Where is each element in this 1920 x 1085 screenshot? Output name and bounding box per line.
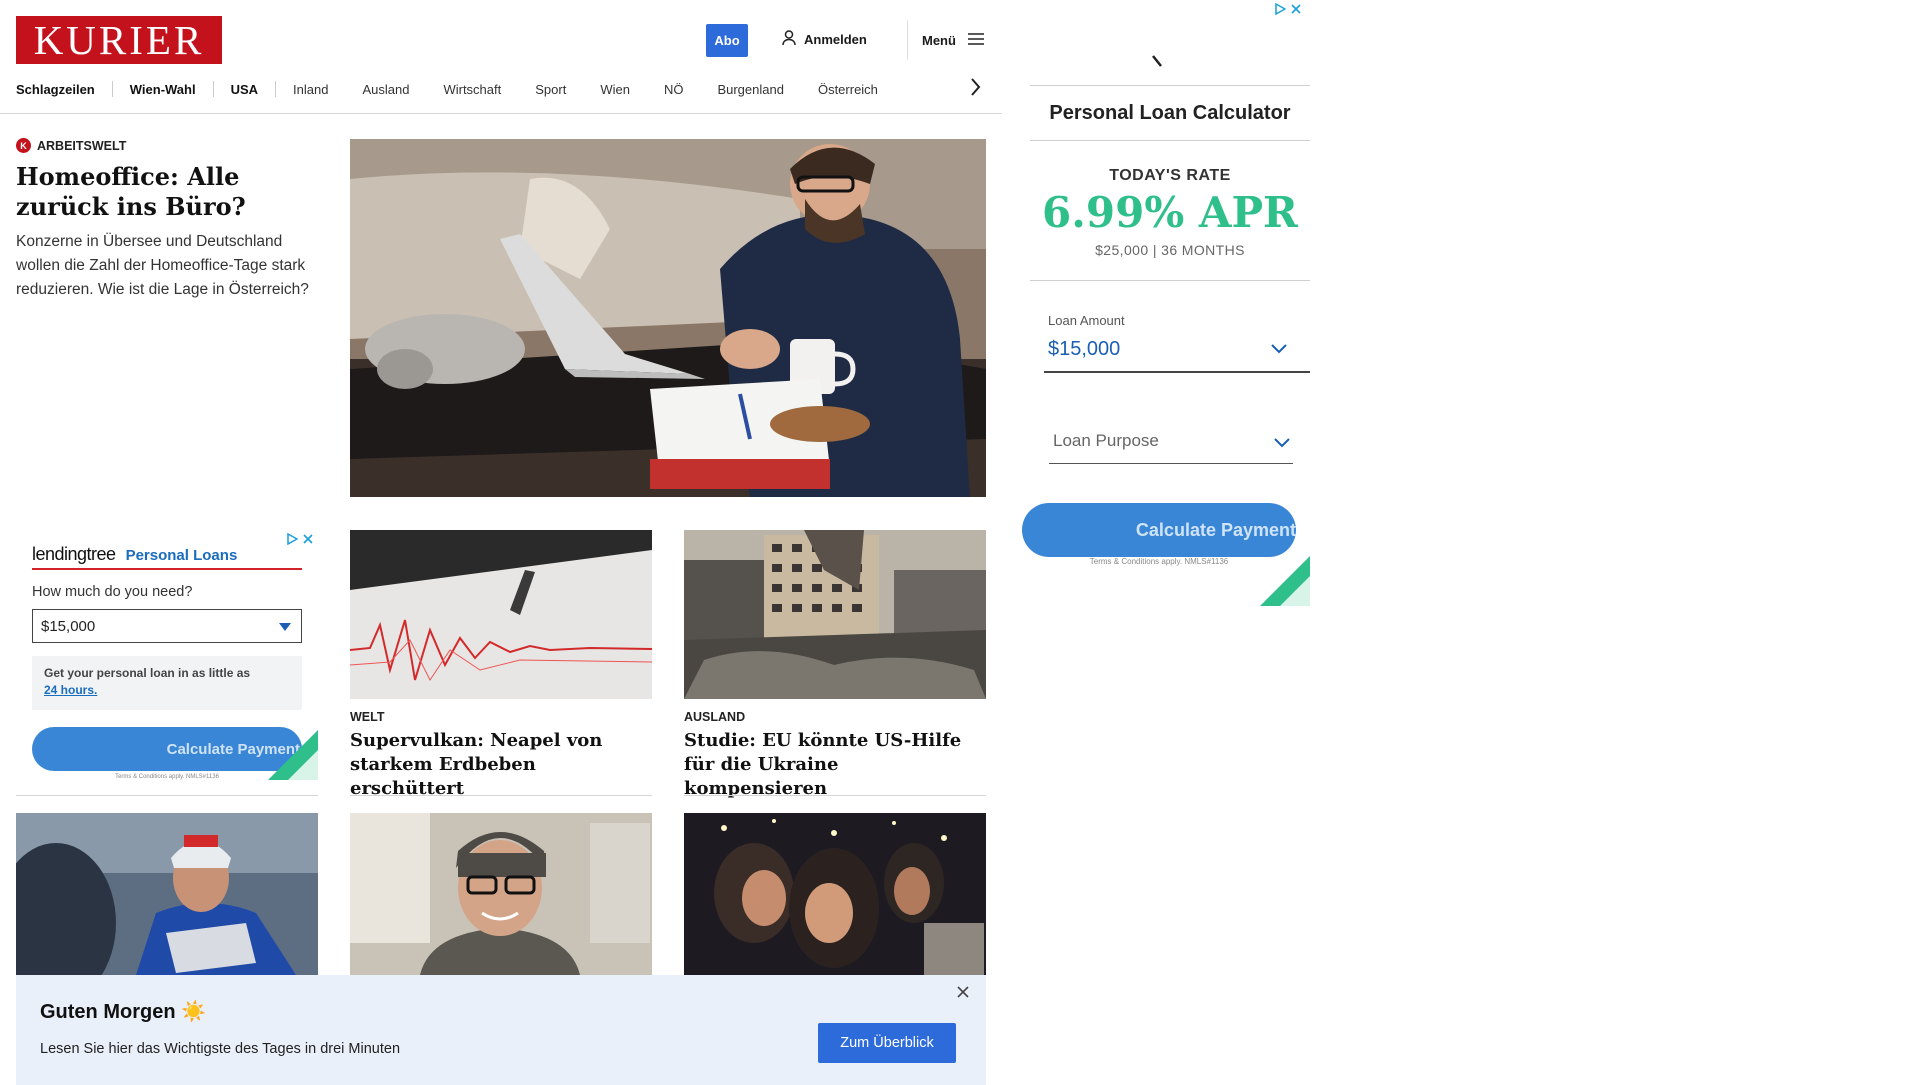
lead-title[interactable]: Homeoffice: Alle zurück ins Büro? (16, 162, 321, 222)
ad-corner-decoration (268, 730, 318, 780)
caret-down-icon (279, 618, 291, 635)
lendingtree-brand: lendingtree Personal Loans (32, 544, 237, 565)
header-divider (0, 113, 1002, 114)
login-button[interactable]: Anmelden (782, 30, 867, 49)
menu-button[interactable]: Menü (907, 20, 984, 60)
nav-item-sport[interactable]: Sport (518, 82, 583, 97)
nav-item-ausland[interactable]: Ausland (345, 82, 426, 97)
chevron-down-icon[interactable] (1273, 436, 1291, 454)
close-icon[interactable] (302, 532, 314, 550)
menu-label: Menü (922, 32, 956, 48)
card-divider (350, 795, 652, 796)
close-icon[interactable] (1290, 2, 1302, 20)
banner-title: Guten Morgen ☀️ (40, 1001, 207, 1023)
ad-divider (1030, 85, 1310, 86)
close-icon[interactable] (956, 985, 970, 1004)
ad-choices[interactable] (286, 532, 314, 550)
lendingtree-product: Personal Loans (125, 547, 238, 564)
nav-item-schlagzeilen[interactable]: Schlagzeilen (16, 82, 112, 97)
card-kicker: AUSLAND (684, 710, 746, 724)
amount-select[interactable]: $15,000 (32, 609, 302, 643)
morning-briefing-banner: Guten Morgen ☀️ Lesen Sie hier das Wicht… (16, 975, 986, 1085)
loan-amount-select[interactable]: $15,000 (1048, 338, 1120, 361)
ad-info-link[interactable]: 24 hours. (44, 683, 97, 697)
overview-button[interactable]: Zum Überblick (818, 1023, 956, 1063)
apr-rate: 6.99% APR (1042, 188, 1298, 237)
login-label: Anmelden (804, 32, 867, 47)
chevron-right-icon[interactable] (970, 76, 982, 103)
card-title[interactable]: Studie: EU könnte US-Hilfe für die Ukrai… (684, 729, 986, 801)
nav-item-oesterreich[interactable]: Österreich (801, 82, 895, 97)
user-icon (782, 30, 796, 49)
lead-teaser: Konzerne in Übersee und Deutschland woll… (16, 233, 309, 298)
article-card-welt[interactable]: WELT Supervulkan: Neapel von starkem Erd… (350, 530, 652, 801)
calculator-title: Personal Loan Calculator (1049, 102, 1291, 124)
ad-terms: Terms & Conditions apply. NMLS#1136 (1089, 557, 1229, 566)
banner-text: Lesen Sie hier das Wichtigste des Tages … (40, 1041, 401, 1057)
calculate-payment-button[interactable]: Calculate Payment (1022, 503, 1296, 557)
card-kicker: WELT (350, 710, 385, 724)
loan-amount-label: Loan Amount (1048, 313, 1125, 328)
loan-purpose-select[interactable]: Loan Purpose (1053, 431, 1159, 451)
main-navigation: Schlagzeilen Wien-Wahl USA Inland Auslan… (16, 76, 994, 102)
kurier-logo[interactable]: KURIER (16, 16, 222, 64)
ad-info-icon[interactable] (286, 532, 299, 550)
nav-item-wien-wahl[interactable]: Wien-Wahl (113, 82, 213, 97)
loan-calculator-ad[interactable]: Personal Loan Calculator TODAY'S RATE 6.… (1016, 0, 1310, 606)
amount-select-value: $15,000 (41, 617, 96, 635)
abo-button[interactable]: Abo (706, 24, 748, 57)
amount-question: How much do you need? (32, 584, 193, 600)
ad-divider (1030, 280, 1310, 281)
loading-spinner-icon (1150, 54, 1164, 73)
nav-item-usa[interactable]: USA (214, 82, 275, 97)
calculate-payment-button[interactable]: Calculate Payment (32, 727, 302, 771)
nav-item-wirtschaft[interactable]: Wirtschaft (426, 82, 518, 97)
party-crowd-image[interactable] (684, 813, 986, 975)
lead-kicker-label: ARBEITSWELT (37, 138, 127, 153)
ad-corner-decoration (1260, 556, 1310, 606)
ad-info-text: Get your personal loan in as little as (44, 666, 251, 680)
chevron-down-icon[interactable] (1270, 342, 1288, 360)
card-title[interactable]: Supervulkan: Neapel von starkem Erdbeben… (350, 729, 652, 801)
rate-terms: $25,000 | 36 MONTHS (1095, 242, 1245, 258)
hamburger-icon (967, 32, 984, 49)
card-divider (16, 795, 318, 796)
ad-info-icon[interactable] (1274, 2, 1287, 20)
man-with-beanie-image[interactable] (350, 813, 652, 975)
ad-divider (1030, 140, 1310, 141)
lendingtree-logo: lendingtree (32, 544, 116, 564)
nav-item-noe[interactable]: NÖ (647, 82, 701, 97)
lead-image[interactable] (350, 139, 986, 497)
lead-article[interactable]: K ARBEITSWELT Homeoffice: Alle zurück in… (16, 138, 321, 302)
destroyed-building-image[interactable] (684, 530, 986, 699)
nav-item-burgenland[interactable]: Burgenland (700, 82, 801, 97)
ad-info-box: Get your personal loan in as little as 2… (32, 656, 302, 710)
ski-coach-image[interactable] (16, 813, 318, 975)
seismograph-image[interactable] (350, 530, 652, 699)
ad-divider (32, 568, 302, 570)
nav-item-inland[interactable]: Inland (276, 82, 345, 97)
article-card-ausland[interactable]: AUSLAND Studie: EU könnte US-Hilfe für d… (684, 530, 986, 801)
card-divider (684, 795, 986, 796)
kurier-plus-icon: K (16, 138, 31, 153)
lead-kicker: K ARBEITSWELT (16, 138, 321, 153)
loan-amount-underline (1044, 371, 1310, 373)
ad-choices[interactable] (1274, 2, 1302, 20)
lendingtree-ad[interactable]: lendingtree Personal Loans How much do y… (16, 530, 318, 780)
today-rate-label: TODAY'S RATE (1109, 167, 1231, 184)
loan-purpose-underline (1049, 463, 1293, 464)
nav-item-wien[interactable]: Wien (583, 82, 647, 97)
